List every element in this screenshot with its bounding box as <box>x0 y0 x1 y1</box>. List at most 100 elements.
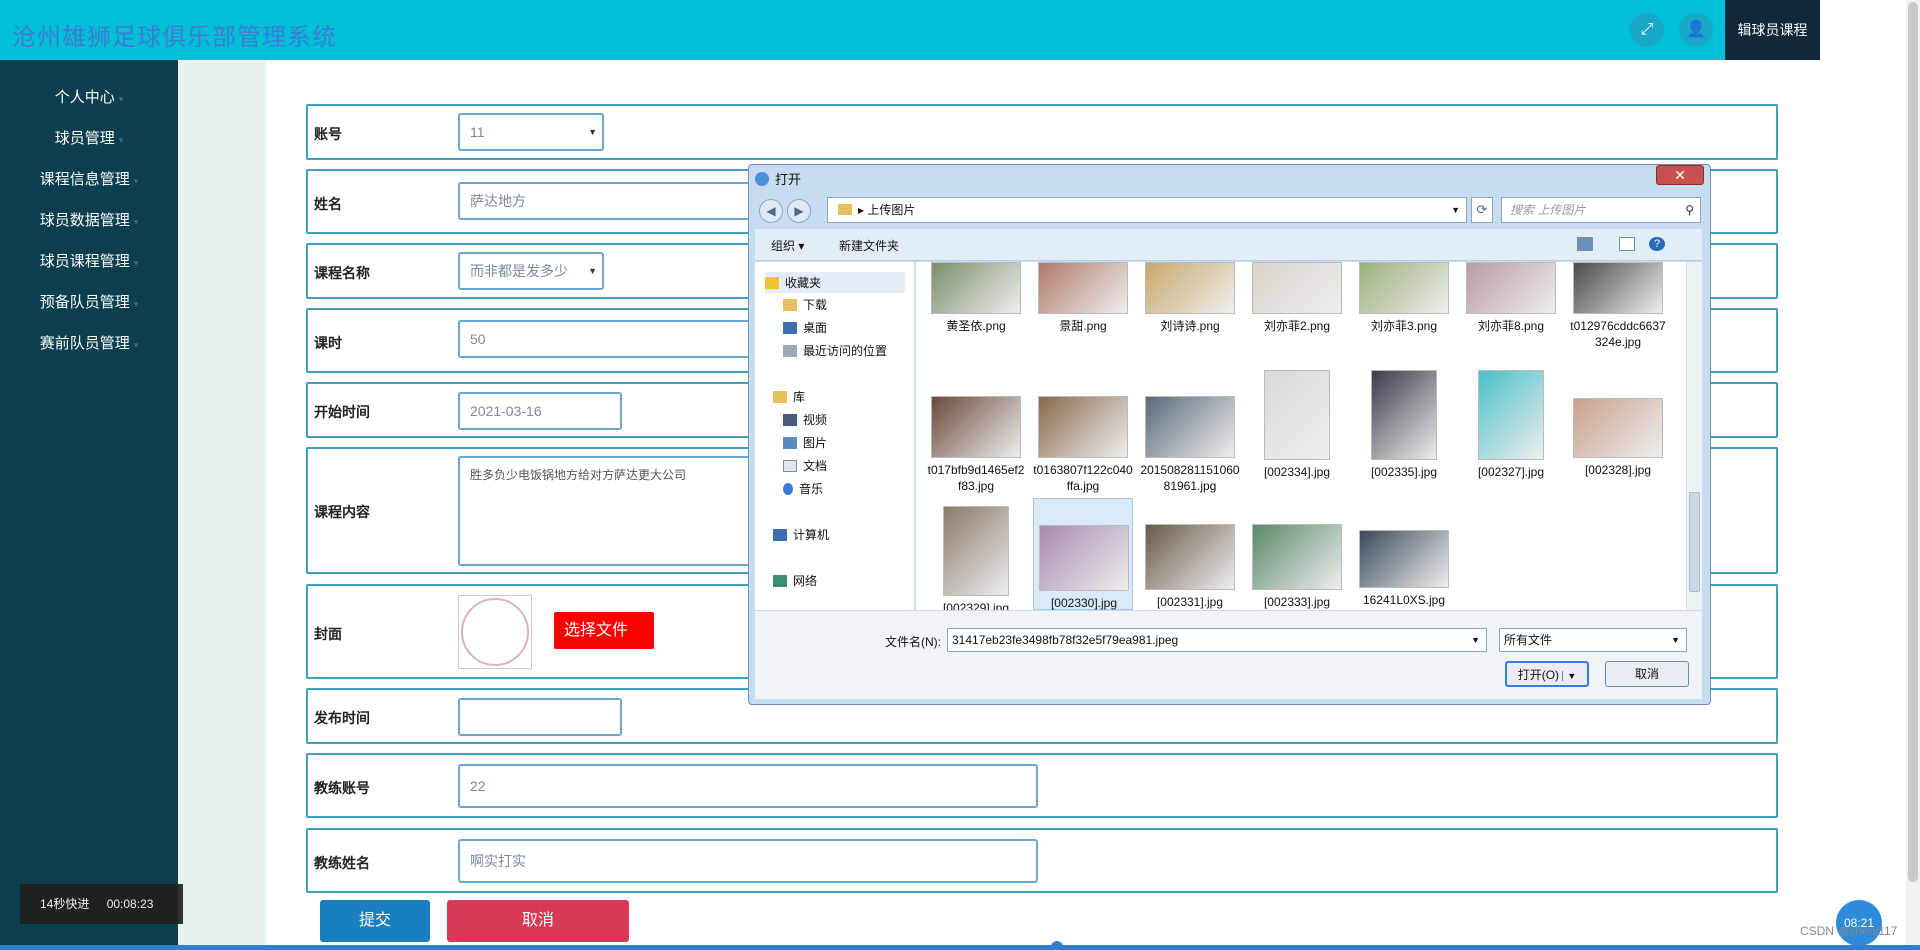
account-select[interactable]: 11 ▼ <box>458 113 604 151</box>
help-icon[interactable]: ? <box>1649 237 1665 251</box>
tree-item-documents[interactable]: 文档 <box>783 457 827 474</box>
organize-menu[interactable]: 组织 ▾ <box>771 237 804 254</box>
tree-item-desktop[interactable]: 桌面 <box>783 319 827 336</box>
file-name: t017bfb9d1465ef2f83.jpg <box>927 463 1025 493</box>
music-icon <box>783 483 793 495</box>
file-name: 20150828115106081961.jpg <box>1140 463 1240 493</box>
file-thumbnail <box>1145 396 1235 458</box>
filename-value: 31417eb23fe3498fb78f32e5f79ea981.jpeg <box>952 633 1179 647</box>
filename-input[interactable]: 31417eb23fe3498fb78f32e5f79ea981.jpeg ▼ <box>947 628 1487 652</box>
sidebar-item-personal-center[interactable]: 个人中心 ▾ <box>0 79 178 117</box>
tree-item-favorites[interactable]: 收藏夹 <box>765 272 905 293</box>
tree-item-recent[interactable]: 最近访问的位置 <box>783 342 887 359</box>
expand-icon[interactable]: ⤢ <box>1630 13 1664 47</box>
chevron-down-icon[interactable]: ▼ <box>1562 671 1577 681</box>
sidebar-item-player-management[interactable]: 球员管理 ▾ <box>0 120 178 158</box>
back-icon[interactable]: ◀ <box>759 199 783 223</box>
file-item[interactable]: t012976cddc6637324e.jpg <box>1568 262 1668 358</box>
file-thumbnail <box>1573 262 1663 314</box>
caret-icon: ▾ <box>133 299 139 309</box>
file-item[interactable]: 刘诗诗.png <box>1140 262 1240 358</box>
file-item[interactable]: [002328].jpg <box>1568 362 1668 492</box>
file-item[interactable]: 刘亦菲3.png <box>1354 262 1454 358</box>
file-item[interactable]: t017bfb9d1465ef2f83.jpg <box>926 362 1026 493</box>
cancel-button[interactable]: 取消 <box>447 900 629 942</box>
file-item[interactable]: t0163807f122c040ffa.jpg <box>1033 362 1133 493</box>
open-button[interactable]: 打开(O) ▼ <box>1505 661 1589 687</box>
dialog-search-input[interactable]: 搜索 上传图片 ⚲ <box>1501 197 1701 223</box>
caret-icon: ▾ <box>118 94 124 104</box>
view-icon[interactable] <box>1577 237 1593 251</box>
course-select[interactable]: 而非都是发多少 ▼ <box>458 252 604 290</box>
sidebar-item-pregame-players[interactable]: 赛前队员管理 ▾ <box>0 325 178 363</box>
choose-file-button[interactable]: 选择文件 <box>554 612 654 649</box>
file-thumbnail <box>1371 370 1437 460</box>
video-progress-knob[interactable] <box>1051 941 1063 950</box>
file-name: [002333].jpg <box>1263 595 1331 609</box>
publish-time-input[interactable] <box>458 698 622 736</box>
tree-item-computer[interactable]: 计算机 <box>773 526 829 543</box>
address-bar[interactable]: ▸ 上传图片 ▼ <box>827 197 1467 223</box>
tree-item-library[interactable]: 库 <box>773 388 805 405</box>
open-file-dialog: 打开 ✕ ◀ ▶ ▸ 上传图片 ▼ ⟳ 搜索 上传图片 ⚲ 组织 ▾ 新建文件夹… <box>748 164 1711 705</box>
file-thumbnail <box>1252 262 1342 314</box>
page-scrollbar-thumb[interactable] <box>1908 2 1918 882</box>
dialog-cancel-button[interactable]: 取消 <box>1605 661 1689 687</box>
file-item[interactable]: 刘亦菲8.png <box>1461 262 1561 358</box>
submit-button[interactable]: 提交 <box>320 900 430 942</box>
file-list-scrollbar-thumb[interactable] <box>1689 492 1700 592</box>
refresh-icon[interactable]: ⟳ <box>1471 197 1493 223</box>
file-list-scrollbar[interactable] <box>1686 262 1702 610</box>
file-list: 黄圣依.png 景甜.png 刘诗诗.png 刘亦菲2.png 刘亦菲3.png 刘亦菲8… <box>916 262 1686 610</box>
file-item[interactable]: 景甜.png <box>1033 262 1133 358</box>
file-name: [002334].jpg <box>1263 465 1331 479</box>
header-right-tab[interactable]: 辑球员课程 <box>1725 0 1820 60</box>
file-name: 刘诗诗.png <box>1160 319 1220 333</box>
sidebar-item-player-course[interactable]: 球员课程管理 ▾ <box>0 243 178 281</box>
caret-icon: ▾ <box>118 135 124 145</box>
file-item[interactable]: [002335].jpg <box>1354 362 1454 492</box>
close-icon[interactable]: ✕ <box>1656 165 1704 185</box>
tree-item-network[interactable]: 网络 <box>773 572 817 589</box>
coach-account-input[interactable]: 22 <box>458 764 1038 808</box>
chevron-down-icon[interactable]: ▼ <box>1471 629 1480 651</box>
filetype-select[interactable]: 所有文件 ▼ <box>1499 628 1687 652</box>
search-icon[interactable]: ⚲ <box>1685 198 1694 222</box>
caret-icon: ▾ <box>133 217 139 227</box>
file-item[interactable]: [002330].jpg <box>1033 498 1133 610</box>
start-time-input[interactable]: 2021-03-16 <box>458 392 622 430</box>
forward-icon[interactable]: ▶ <box>787 199 811 223</box>
sidebar-item-player-data[interactable]: 球员数据管理 ▾ <box>0 202 178 240</box>
coach-name-input[interactable]: 啊实打实 <box>458 839 1038 883</box>
caret-icon: ▾ <box>133 258 139 268</box>
video-progress-bar[interactable] <box>0 945 1920 950</box>
preview-pane-icon[interactable] <box>1619 237 1635 251</box>
file-name: [002327].jpg <box>1477 465 1545 479</box>
file-item[interactable]: [002329].jpg <box>926 498 1026 610</box>
sidebar-item-reserve-players[interactable]: 预备队员管理 ▾ <box>0 284 178 322</box>
new-folder-button[interactable]: 新建文件夹 <box>839 237 899 254</box>
publish-time-label: 发布时间 <box>314 710 370 726</box>
tree-item-videos[interactable]: 视频 <box>783 411 827 428</box>
app-title: 沧州雄狮足球俱乐部管理系统 <box>12 24 337 51</box>
file-item[interactable]: 黄圣依.png <box>926 262 1026 358</box>
file-item[interactable]: [002327].jpg <box>1461 362 1561 492</box>
cover-image-circle <box>461 598 529 666</box>
chevron-down-icon[interactable]: ▼ <box>1671 629 1680 651</box>
account-select-value: 11 <box>470 124 485 140</box>
user-icon[interactable]: 👤 <box>1679 13 1713 47</box>
file-item[interactable]: [002333].jpg <box>1247 498 1347 610</box>
sidebar-item-course-info[interactable]: 课程信息管理 ▾ <box>0 161 178 199</box>
tree-item-label: 桌面 <box>803 321 828 335</box>
chevron-down-icon[interactable]: ▼ <box>1451 198 1460 222</box>
tree-item-music[interactable]: 音乐 <box>783 480 823 497</box>
tree-item-pictures[interactable]: 图片 <box>783 434 827 451</box>
file-item[interactable]: 16241L0XS.jpg <box>1354 498 1454 610</box>
file-item[interactable]: 20150828115106081961.jpg <box>1140 362 1240 493</box>
star-icon <box>765 277 779 289</box>
file-item[interactable]: [002334].jpg <box>1247 362 1347 492</box>
file-item[interactable]: [002331].jpg <box>1140 498 1240 610</box>
tree-item-downloads[interactable]: 下载 <box>783 296 827 313</box>
cover-label: 封面 <box>314 626 342 642</box>
file-item[interactable]: 刘亦菲2.png <box>1247 262 1347 358</box>
